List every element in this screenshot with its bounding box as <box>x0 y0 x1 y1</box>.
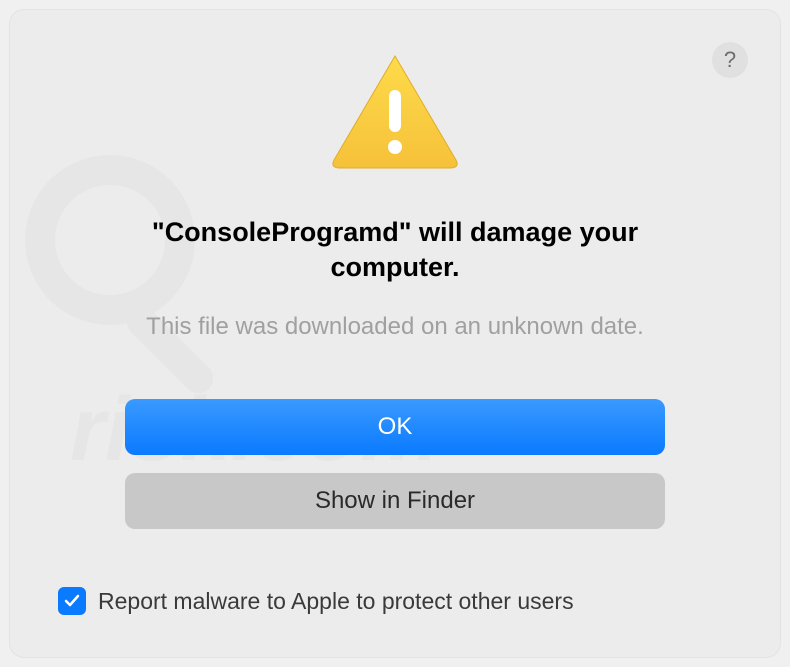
report-malware-row: Report malware to Apple to protect other… <box>58 587 574 615</box>
dialog-subtitle: This file was downloaded on an unknown d… <box>146 313 644 341</box>
checkmark-icon <box>62 591 82 611</box>
alert-dialog: ? risk.com <box>10 10 780 657</box>
warning-icon <box>330 52 460 175</box>
help-icon: ? <box>724 47 736 73</box>
dialog-title: "ConsoleProgramd" will damage your compu… <box>115 215 675 285</box>
ok-button[interactable]: OK <box>125 399 665 455</box>
show-in-finder-button[interactable]: Show in Finder <box>125 473 665 529</box>
report-malware-checkbox[interactable] <box>58 587 86 615</box>
report-malware-label: Report malware to Apple to protect other… <box>98 588 574 615</box>
